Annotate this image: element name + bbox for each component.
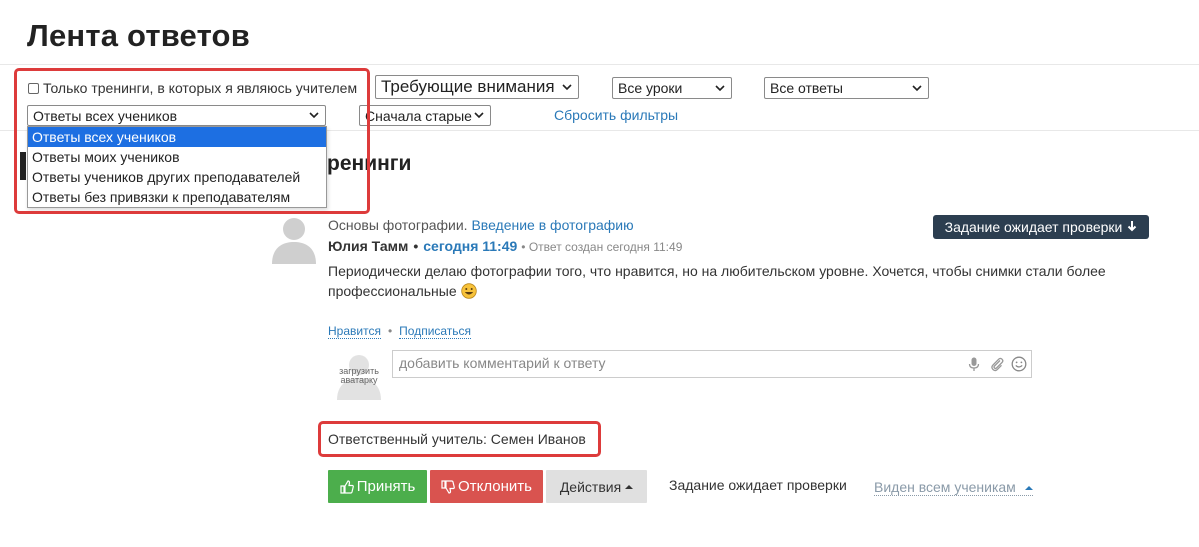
created-text: Ответ создан сегодня 11:49 xyxy=(528,240,683,254)
reset-filters-link[interactable]: Сбросить фильтры xyxy=(554,107,678,123)
answer-status-text: Задание ожидает проверки xyxy=(669,477,847,493)
answer-body: Периодически делаю фотографии того, что … xyxy=(328,263,1106,299)
thumbs-up-icon xyxy=(340,479,354,494)
students-dropdown-list[interactable]: Ответы всех учеников Ответы моих ученико… xyxy=(27,126,327,208)
only-my-trainings-label: Только тренинги, в которых я являюсь учи… xyxy=(43,80,358,96)
page-title: Лента ответов xyxy=(27,18,250,53)
actions-button[interactable]: Действия xyxy=(546,470,647,503)
accept-button-label: Принять xyxy=(356,478,416,495)
responsible-teacher: Ответственный учитель: Семен Иванов xyxy=(328,431,586,447)
user-avatar xyxy=(270,214,318,264)
order-filter-select[interactable]: Сначала старые xyxy=(359,105,491,126)
answer-actions: Нравится • Подписаться xyxy=(328,324,472,339)
like-link[interactable]: Нравится xyxy=(328,324,381,339)
divider xyxy=(0,64,1199,65)
comment-input[interactable] xyxy=(399,355,949,371)
visibility-label: Виден всем ученикам xyxy=(874,479,1016,495)
reject-button[interactable]: Отклонить xyxy=(430,470,543,503)
thumbs-down-icon xyxy=(441,479,455,494)
lessons-filter-select[interactable]: Все уроки xyxy=(612,77,732,99)
section-heading: ренинги xyxy=(327,152,412,175)
chevron-down-icon xyxy=(911,82,923,94)
lessons-filter-value: Все уроки xyxy=(618,80,683,96)
author-line: Юлия Тамм • сегодня 11:49 • Ответ создан… xyxy=(328,238,682,254)
chevron-down-icon xyxy=(714,82,726,94)
microphone-icon[interactable] xyxy=(966,356,982,372)
dropdown-option-all-students[interactable]: Ответы всех учеников xyxy=(28,127,326,147)
comment-box xyxy=(392,350,1032,378)
answer-text: Периодически делаю фотографии того, что … xyxy=(328,261,1148,301)
separator-dot: • xyxy=(387,324,393,338)
arrow-down-icon xyxy=(1127,220,1137,235)
attention-filter-value: Требующие внимания xyxy=(381,77,555,96)
actions-button-label: Действия xyxy=(559,478,622,495)
chevron-down-icon xyxy=(561,81,573,93)
chevron-down-icon xyxy=(473,110,485,122)
upload-avatar[interactable]: загрузить аватарку xyxy=(334,352,384,400)
students-filter-value: Ответы всех учеников xyxy=(33,107,178,124)
status-badge[interactable]: Задание ожидает проверки xyxy=(933,215,1149,239)
dropdown-option-other-teachers-students[interactable]: Ответы учеников других преподавателей xyxy=(28,167,326,187)
chevron-down-icon xyxy=(308,110,320,122)
subscribe-link[interactable]: Подписаться xyxy=(399,324,472,339)
answers-filter-select[interactable]: Все ответы xyxy=(764,77,929,99)
section-marker xyxy=(20,152,26,180)
answer-time-link[interactable]: сегодня 11:49 xyxy=(423,238,517,254)
checkbox-box[interactable] xyxy=(28,82,39,94)
user-silhouette-icon xyxy=(272,218,316,264)
lesson-link[interactable]: Введение в фотографию xyxy=(471,217,633,233)
created-info: • Ответ создан сегодня 11:49 xyxy=(521,240,683,254)
status-badge-label: Задание ожидает проверки xyxy=(944,219,1123,235)
students-filter-select[interactable]: Ответы всех учеников xyxy=(27,105,326,126)
order-filter-value: Сначала старые xyxy=(365,107,472,124)
emoji-picker-icon[interactable] xyxy=(1011,356,1027,372)
author-name[interactable]: Юлия Тамм xyxy=(328,238,408,254)
reject-button-label: Отклонить xyxy=(458,478,532,495)
caret-up-icon xyxy=(625,484,634,489)
paperclip-icon[interactable] xyxy=(989,356,1005,372)
dropdown-option-my-students[interactable]: Ответы моих учеников xyxy=(28,147,326,167)
dropdown-option-unassigned[interactable]: Ответы без привязки к преподавателям xyxy=(28,187,326,207)
caret-up-icon xyxy=(1024,486,1033,490)
only-my-trainings-checkbox[interactable]: Только тренинги, в которых я являюсь учи… xyxy=(28,80,357,96)
visibility-toggle[interactable]: Виден всем ученикам xyxy=(874,479,1033,496)
course-name: Основы фотографии. xyxy=(328,217,468,233)
upload-avatar-label: загрузить аватарку xyxy=(339,366,379,385)
answers-filter-value: Все ответы xyxy=(770,80,843,96)
separator-dot: • xyxy=(413,238,419,254)
accept-button[interactable]: Принять xyxy=(328,470,427,503)
smile-emoji-icon xyxy=(460,283,477,299)
attention-filter-select[interactable]: Требующие внимания xyxy=(375,75,579,99)
course-line: Основы фотографии. Введение в фотографию xyxy=(328,217,634,233)
